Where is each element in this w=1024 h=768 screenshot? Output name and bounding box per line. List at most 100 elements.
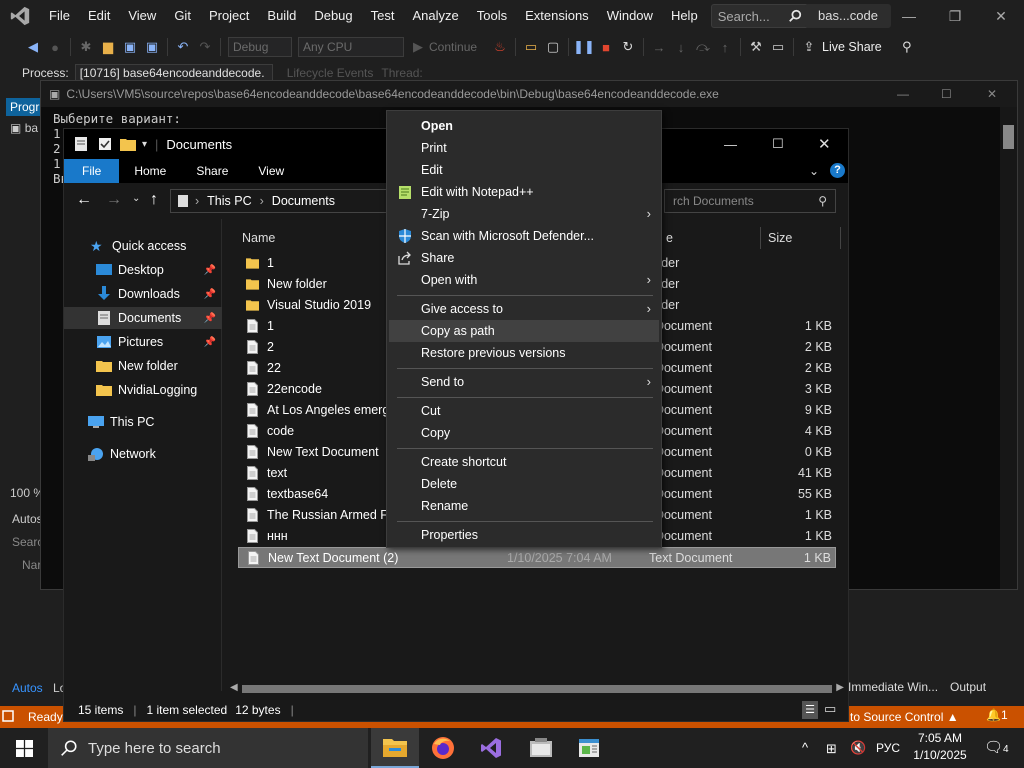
autos-tab[interactable]: Autos bbox=[12, 681, 43, 695]
menu-item-restore-versions[interactable]: Restore previous versions bbox=[389, 342, 659, 364]
browse-icon[interactable]: ▭ bbox=[520, 36, 542, 58]
zoom-level[interactable]: 100 % bbox=[10, 486, 44, 500]
menu-item-open-with[interactable]: Open with › bbox=[389, 269, 659, 291]
menu-tools[interactable]: Tools bbox=[468, 0, 516, 32]
vs-minimize-button[interactable]: — bbox=[886, 0, 932, 32]
taskbar-app-window[interactable] bbox=[517, 728, 565, 768]
vs-maximize-button[interactable]: ❐ bbox=[932, 0, 978, 32]
start-button[interactable] bbox=[0, 728, 48, 768]
menu-help[interactable]: Help bbox=[662, 0, 707, 32]
ribbon-tab-home[interactable]: Home bbox=[119, 159, 181, 183]
restart-icon[interactable]: ↻ bbox=[617, 36, 639, 58]
live-share-icon[interactable]: ⇪ bbox=[798, 36, 820, 58]
window-icon[interactable]: ▭ bbox=[767, 36, 789, 58]
forward-arrow-icon[interactable]: → bbox=[106, 191, 122, 209]
menu-item-delete[interactable]: Delete bbox=[389, 473, 659, 495]
menu-view[interactable]: View bbox=[119, 0, 165, 32]
menu-item-properties[interactable]: Properties bbox=[389, 524, 659, 546]
folder-icon[interactable] bbox=[120, 137, 136, 151]
explorer-search-input[interactable]: rch Documents ⚲ bbox=[664, 189, 836, 213]
scroll-thumb[interactable] bbox=[242, 685, 832, 693]
tools-icon[interactable]: ⚒ bbox=[745, 36, 767, 58]
nav-new-folder[interactable]: New folder bbox=[64, 355, 222, 377]
help-icon[interactable]: ? bbox=[830, 163, 845, 178]
menu-item-open[interactable]: Open bbox=[389, 115, 659, 137]
menu-debug[interactable]: Debug bbox=[305, 0, 361, 32]
network-tray-icon[interactable]: ⊞ bbox=[826, 741, 837, 757]
quick-access-dropdown-icon[interactable]: ▾ bbox=[142, 139, 147, 150]
console-maximize-icon[interactable]: ☐ bbox=[941, 87, 952, 101]
taskbar-visual-studio[interactable] bbox=[467, 728, 515, 768]
nav-quick-access[interactable]: ★ Quick access bbox=[64, 235, 222, 257]
output-tab[interactable]: Output bbox=[950, 680, 986, 694]
taskbar-notepad[interactable] bbox=[565, 728, 613, 768]
menu-item-give-access[interactable]: Give access to › bbox=[389, 298, 659, 320]
step-into-icon[interactable]: ↓ bbox=[670, 36, 692, 58]
nav-this-pc[interactable]: This PC bbox=[64, 411, 222, 433]
menu-item-edit[interactable]: Edit bbox=[389, 159, 659, 181]
platform-combo[interactable]: Any CPU bbox=[298, 37, 404, 57]
taskbar-clock[interactable]: 7:05 AM 1/10/2025 bbox=[904, 730, 976, 764]
menu-item-defender-scan[interactable]: Scan with Microsoft Defender... bbox=[389, 225, 659, 247]
ribbon-expand-icon[interactable]: ⌄ bbox=[809, 164, 819, 178]
show-next-statement-icon[interactable]: → bbox=[648, 36, 670, 58]
details-view-icon[interactable]: ☰ bbox=[802, 701, 818, 719]
taskbar-search-box[interactable]: Type here to search bbox=[48, 728, 368, 768]
menu-item-rename[interactable]: Rename bbox=[389, 495, 659, 517]
large-icons-view-icon[interactable]: ▭ bbox=[824, 701, 836, 717]
nav-desktop[interactable]: Desktop 📌 bbox=[64, 259, 222, 281]
menu-edit[interactable]: Edit bbox=[79, 0, 119, 32]
solution-name-badge[interactable]: bas...code bbox=[805, 4, 891, 28]
explorer-close-icon[interactable]: ✕ bbox=[818, 135, 831, 153]
column-header-type[interactable]: e bbox=[666, 231, 673, 245]
menu-git[interactable]: Git bbox=[165, 0, 200, 32]
thread-label[interactable]: Thread: bbox=[381, 66, 422, 80]
redo-icon[interactable]: ↷ bbox=[194, 36, 216, 58]
back-arrow-icon[interactable]: ← bbox=[76, 191, 92, 209]
pin-icon[interactable]: 📌 bbox=[204, 265, 216, 276]
menu-item-print[interactable]: Print bbox=[389, 137, 659, 159]
menu-item-cut[interactable]: Cut bbox=[389, 400, 659, 422]
explorer-maximize-icon[interactable]: ☐ bbox=[772, 136, 784, 152]
menu-test[interactable]: Test bbox=[362, 0, 404, 32]
lifecycle-events-label[interactable]: Lifecycle Events bbox=[287, 66, 374, 80]
menu-item-send-to[interactable]: Send to › bbox=[389, 371, 659, 393]
nav-pictures[interactable]: Pictures 📌 bbox=[64, 331, 222, 353]
menu-item-edit-notepadpp[interactable]: Edit with Notepad++ bbox=[389, 181, 659, 203]
console-scroll-thumb[interactable] bbox=[1003, 125, 1014, 149]
taskbar-firefox[interactable] bbox=[419, 728, 467, 768]
column-header-name[interactable]: Name bbox=[242, 231, 275, 245]
console-title-bar[interactable]: ▣ C:\Users\VM5\source\repos\base64encode… bbox=[41, 81, 1017, 107]
properties-icon[interactable] bbox=[74, 136, 88, 152]
pin-icon[interactable]: 📌 bbox=[204, 313, 216, 324]
file-row[interactable]: New Text Document (2) 1/10/2025 7:04 AM Te… bbox=[238, 547, 836, 568]
tray-chevron-up-icon[interactable]: ^ bbox=[802, 740, 808, 755]
action-center-icon[interactable]: 🗨4 bbox=[984, 738, 1009, 756]
step-over-icon[interactable]: ⤼ bbox=[692, 36, 714, 58]
menu-build[interactable]: Build bbox=[258, 0, 305, 32]
nav-documents[interactable]: Documents 📌 bbox=[64, 307, 222, 329]
undo-icon[interactable]: ↶ bbox=[172, 36, 194, 58]
visual-studio-logo-icon[interactable] bbox=[0, 0, 40, 32]
pin-icon[interactable]: 📌 bbox=[204, 289, 216, 300]
solution-item[interactable]: ▣ ba bbox=[10, 121, 38, 135]
save-all-icon[interactable]: ▣ bbox=[141, 36, 163, 58]
scroll-right-icon[interactable]: ▶ bbox=[836, 682, 844, 693]
checkmark-icon[interactable] bbox=[98, 137, 112, 151]
recent-locations-icon[interactable]: ⌄ bbox=[132, 193, 140, 204]
menu-item-copy-as-path[interactable]: Copy as path bbox=[389, 320, 659, 342]
pause-icon[interactable]: ❚❚ bbox=[573, 36, 595, 58]
menu-extensions[interactable]: Extensions bbox=[516, 0, 598, 32]
forward-icon[interactable]: ● bbox=[44, 36, 66, 58]
horizontal-scrollbar[interactable]: ◀ ▶ bbox=[224, 681, 848, 697]
pin-icon[interactable]: 📌 bbox=[204, 337, 216, 348]
menu-item-7zip[interactable]: 7-Zip › bbox=[389, 203, 659, 225]
step-out-icon[interactable]: ↑ bbox=[714, 36, 736, 58]
menu-project[interactable]: Project bbox=[200, 0, 258, 32]
vs-close-button[interactable]: ✕ bbox=[978, 0, 1024, 32]
console-scrollbar[interactable] bbox=[1000, 107, 1017, 589]
scroll-left-icon[interactable]: ◀ bbox=[230, 682, 238, 693]
taskbar-file-explorer[interactable] bbox=[371, 728, 419, 768]
menu-analyze[interactable]: Analyze bbox=[403, 0, 467, 32]
account-icon[interactable]: ⚲ bbox=[896, 36, 918, 58]
